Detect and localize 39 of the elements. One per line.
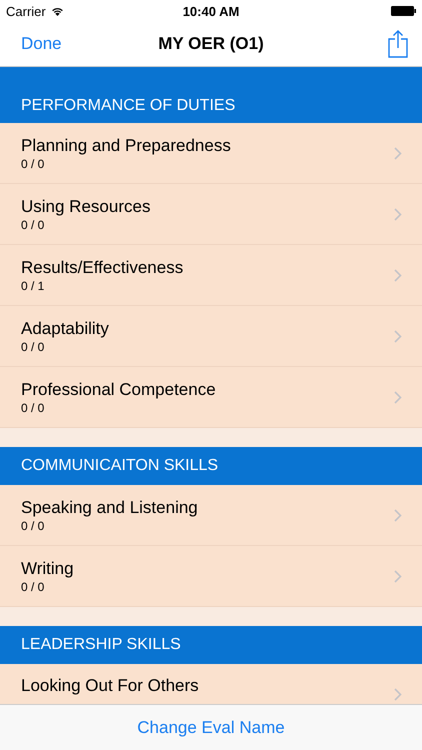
row-title: Results/Effectiveness — [21, 258, 184, 278]
chevron-icon — [394, 268, 402, 282]
chevron-icon — [394, 508, 402, 522]
list-row[interactable]: Adaptability 0 / 0 — [0, 306, 422, 367]
row-title: Writing — [21, 558, 74, 578]
carrier-label: Carrier — [6, 4, 46, 18]
screen-title: MY OER (O1) — [158, 34, 264, 54]
wifi-icon — [50, 6, 64, 16]
row-title: Planning and Preparedness — [21, 136, 231, 156]
row-title: Looking Out For Others — [21, 676, 199, 696]
row-score: 0 / 0 — [21, 400, 46, 414]
list-row[interactable]: Results/Effectiveness 0 / 1 — [0, 245, 422, 306]
chevron-icon — [394, 146, 402, 160]
chevron-icon — [394, 208, 402, 220]
row-score: 0 / 0 — [21, 518, 46, 532]
battery-icon — [391, 6, 416, 16]
section-header: LEADERSHIP SKILLS — [0, 626, 422, 664]
section-header: PERFORMANCE OF DUTIES — [0, 67, 422, 123]
row-score: 0 / 0 — [21, 218, 46, 232]
share-icon[interactable] — [388, 30, 408, 58]
chevron-icon — [394, 688, 402, 700]
list-row[interactable]: Using Resources 0 / 0 — [0, 184, 422, 245]
chevron-icon — [394, 570, 402, 582]
chevron-icon — [394, 390, 402, 404]
status-time: 10:40 AM — [182, 4, 240, 18]
row-score: 0 / 1 — [21, 278, 46, 292]
done-button[interactable]: Done — [21, 34, 62, 54]
list-row[interactable]: Planning and Preparedness 0 / 0 — [0, 123, 422, 184]
list-row[interactable]: Speaking and Listening 0 / 0 — [0, 485, 422, 546]
row-title: Adaptability — [21, 318, 109, 338]
section-header: COMMUNICAITON SKILLS — [0, 447, 422, 485]
row-score: 0 / 0 — [21, 156, 46, 170]
change-name-button[interactable]: Change Eval Name — [137, 718, 285, 738]
row-title: Professional Competence — [21, 380, 216, 400]
chevron-icon — [394, 330, 402, 342]
row-title: Speaking and Listening — [21, 498, 198, 518]
row-score: 0 / 0 — [21, 340, 46, 354]
row-title: Using Resources — [21, 196, 150, 216]
row-score: 0 / 0 — [21, 580, 46, 594]
